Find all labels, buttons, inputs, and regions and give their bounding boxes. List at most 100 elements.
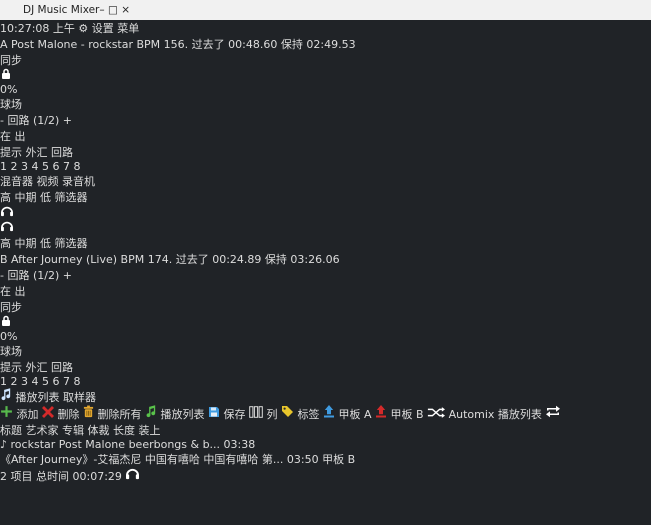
minimize-button[interactable]: – [99,4,104,16]
mixer-tab-recorder[interactable]: 录音机 [62,175,95,188]
deck-b-eq-knobs: 高 中期 低 筛选器 [0,235,651,251]
deck-b-headphone-cue-button[interactable] [0,220,651,235]
deck-a-keylock-button[interactable] [0,68,651,83]
total-time: 总时间 00:07:29 [36,470,122,483]
deck-a-pad-6[interactable]: 6 [53,160,60,173]
deck-a-headphone-cue-button[interactable] [0,205,651,220]
deck-a-bpm-value: 156. [164,38,189,51]
tag-button[interactable]: 标签 [281,408,323,421]
deck-a-loop-plus-button[interactable]: + [63,114,72,127]
deck-a-pad-7[interactable]: 7 [63,160,70,173]
save-button[interactable]: 保存 [208,408,249,421]
column-artist[interactable]: 艺术家 [26,424,59,437]
row-loaded-deck: 甲板 B [322,453,355,466]
load-deck-a-arrow-icon [323,405,335,418]
decks-row: A Post Malone - rockstar BPM 156. 过去了 00… [0,36,651,388]
deck-a-pad-4[interactable]: 4 [32,160,39,173]
deck-b-sync-button[interactable]: 同步 [0,299,651,315]
deck-b-loop-label[interactable]: 回路 (1/2) [7,269,59,282]
deck-a-pad-2[interactable]: 2 [11,160,18,173]
deck-b-loop-out-button[interactable]: 出 [15,285,26,298]
deck-a-loop-in-button[interactable]: 在 [0,130,11,143]
load-deck-b-button[interactable]: 甲板 B [375,408,427,421]
deck-b-pad-3[interactable]: 3 [21,375,28,388]
row-length: 03:50 [287,453,319,466]
column-title[interactable]: 标题 [0,424,22,437]
deck-a-elapsed-label: 过去了 [192,38,225,51]
deck-b-pad-2[interactable]: 2 [11,375,18,388]
row-title: rockstar [11,438,56,451]
column-loaded[interactable]: 装上 [139,424,161,437]
deck-b-pad-5[interactable]: 5 [42,375,49,388]
deck-b-tab-loop[interactable]: 回路 [51,361,73,374]
deck-a-loop-minus-button[interactable]: - [0,114,4,127]
close-button[interactable]: × [121,4,130,16]
repeat-button[interactable] [545,408,561,421]
tag-icon [281,405,294,418]
deck-a-pad-3[interactable]: 3 [21,160,28,173]
tab-sampler-label: 取样器 [63,391,96,404]
deck-b-loop-minus-button[interactable]: - [0,269,4,282]
settings-button[interactable]: ⚙ 设置 [78,22,117,35]
deck-b-loop-in-button[interactable]: 在 [0,285,11,298]
deck-b-pad-6[interactable]: 6 [53,375,60,388]
music-note-icon [145,405,157,418]
menu-label: 菜单 [117,22,139,35]
deck-b-pad-7[interactable]: 7 [63,375,70,388]
tab-playlist[interactable]: 播放列表 [0,391,63,404]
headphones-icon[interactable] [125,467,140,480]
delete-button[interactable]: 删除 [42,408,83,421]
deck-b-loop-plus-button[interactable]: + [63,269,72,282]
deck-a-loop-label[interactable]: 回路 (1/2) [7,114,59,127]
deck-a-sync-button[interactable]: 同步 [0,52,651,68]
deck-a-pad-5[interactable]: 5 [42,160,49,173]
playlist-button[interactable]: 播放列表 [145,408,208,421]
deck-b-tab-fx[interactable]: 外汇 [26,361,48,374]
deck-a-loop-out-button[interactable]: 出 [15,130,26,143]
column-length[interactable]: 长度 [113,424,135,437]
lock-icon [0,68,12,80]
maximize-button[interactable]: □ [108,4,118,16]
menu-button[interactable]: 菜单 [117,22,139,35]
clock: 10:27:08 上午 [0,22,75,35]
automix-button[interactable]: Automix 播放列表 [427,408,545,421]
deck-b-header: B After Journey (Live) BPM 174. 过去了 00:2… [0,251,651,267]
tab-sampler[interactable]: 取样器 [63,391,96,404]
add-button[interactable]: 添加 [0,408,42,421]
columns-button[interactable]: 列 [249,408,281,421]
delete-all-button[interactable]: 删除所有 [83,408,145,421]
deck-a-pad-1[interactable]: 1 [0,160,7,173]
deck-a-pad-8[interactable]: 8 [74,160,81,173]
mixer-tab-mixer[interactable]: 混音器 [0,175,33,188]
table-row-selected[interactable]: 《After Journey》-艾福杰尼 中国有嘻哈 中国有嘻哈 第... 03… [0,451,651,467]
deck-a-pitch-percent: 0% [0,83,651,96]
item-count: 2 项目 [0,470,33,483]
deck-b-keylock-button[interactable] [0,315,651,330]
settings-label: 设置 [92,22,114,35]
deck-b-pad-4[interactable]: 4 [32,375,39,388]
playlist-section: 播放列表 取样器 添加 删除 删除所有 播放列表 [0,388,651,484]
column-album[interactable]: 专辑 [62,424,84,437]
deck-b-pad-8[interactable]: 8 [74,375,81,388]
deck-b-bpm-value: 174. [148,253,173,266]
column-genre[interactable]: 体裁 [88,424,110,437]
app-vinyl-icon [6,4,18,16]
deck-b-panel: B After Journey (Live) BPM 174. 过去了 00:2… [0,251,651,388]
table-row[interactable]: ♪ rockstar Post Malone beerbongs & b... … [0,438,651,451]
deck-a-tab-fx[interactable]: 外汇 [26,146,48,159]
trash-icon [83,405,94,418]
row-album: 中国有嘻哈 第... [203,453,283,466]
x-icon [42,406,54,418]
statusbar: 2 项目 总时间 00:07:29 [0,467,651,484]
deck-b-tab-cue[interactable]: 提示 [0,361,22,374]
deck-b-elapsed-label: 过去了 [176,253,209,266]
automix-label: Automix 播放列表 [449,408,542,421]
deck-a-remaining-label: 保持 [281,38,303,51]
deck-b-pad-1[interactable]: 1 [0,375,7,388]
load-deck-a-button[interactable]: 甲板 A [323,408,375,421]
deck-a-tab-cue[interactable]: 提示 [0,146,22,159]
mixer-tab-video[interactable]: 视频 [37,175,59,188]
deck-b-remaining-value: 03:26.06 [290,253,339,266]
row-artist: Post Malone [59,438,125,451]
deck-a-tab-loop[interactable]: 回路 [51,146,73,159]
